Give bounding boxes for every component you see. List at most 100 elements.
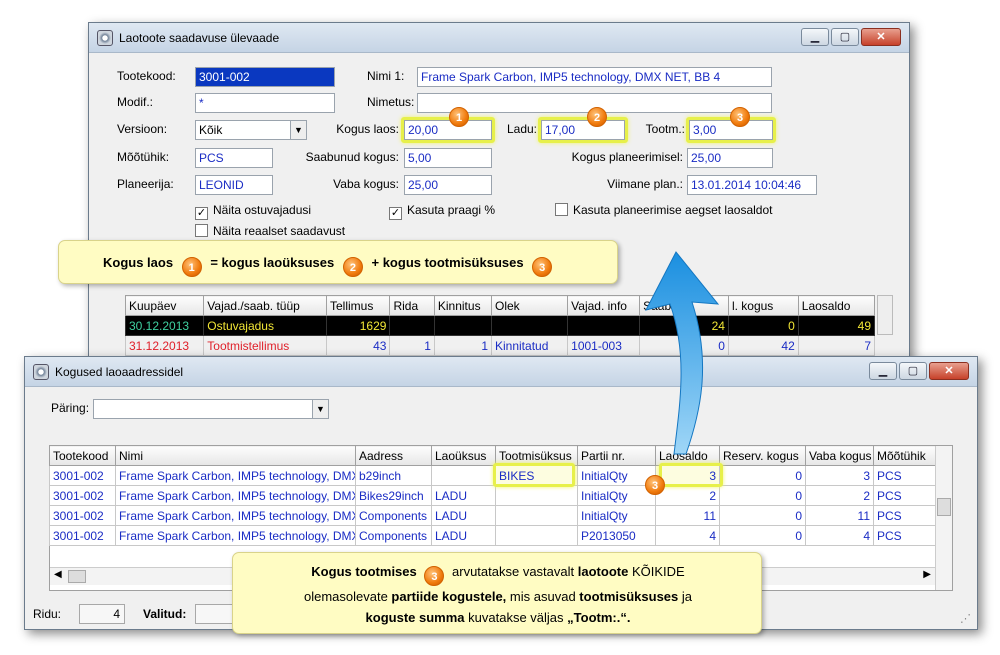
column-header[interactable]: Mõõtühik	[873, 445, 936, 466]
modif-input[interactable]: *	[195, 93, 335, 113]
viimane-input[interactable]: 13.01.2014 10:04:46	[687, 175, 817, 195]
column-header[interactable]: Laosaldo	[797, 295, 876, 316]
table-cell	[389, 315, 435, 336]
table-row[interactable]: 3001-002 Frame Spark Carbon, IMP5 technol…	[49, 485, 936, 506]
table-cell: 11	[805, 505, 874, 526]
table-cell: 3	[805, 465, 874, 486]
check-icon: ✓	[389, 207, 402, 220]
laosaldot-checkbox[interactable]: Kasuta planeerimise aegset laosaldot	[555, 203, 772, 217]
callout-term: „Tootm:.“.	[567, 610, 631, 625]
mootuhik-input[interactable]: PCS	[195, 148, 273, 168]
vertical-scrollbar[interactable]	[935, 446, 952, 590]
saabunud-label: Saabunud kogus:	[305, 150, 399, 164]
table-cell: InitialQty	[577, 465, 656, 486]
table-cell: 0	[719, 525, 806, 546]
explanation-callout: Kogus tootmises 3 arvutatakse vastavalt …	[232, 552, 762, 634]
table-cell: 31.12.2013	[124, 335, 205, 356]
chevron-down-icon[interactable]: ▼	[290, 121, 306, 139]
planeerimisel-input[interactable]: 25,00	[687, 148, 773, 168]
paring-label: Päring:	[51, 401, 90, 415]
table-cell: LADU	[431, 485, 496, 506]
scrollbar[interactable]	[877, 295, 893, 335]
ostuvajadusi-checkbox[interactable]: ✓ Näita ostuvajadusi	[195, 203, 311, 220]
column-header[interactable]: Vajad. info	[567, 295, 641, 316]
formula-part2: = kogus laoüksuses	[210, 255, 335, 270]
scrollbar-thumb[interactable]	[68, 570, 86, 583]
laosaldot-label: Kasuta planeerimise aegset laosaldot	[573, 203, 773, 217]
versioon-select[interactable]: Kõik ▼	[195, 120, 307, 140]
table-row[interactable]: 3001-002 Frame Spark Carbon, IMP5 technol…	[49, 525, 936, 546]
table-header-row: Tootekood Nimi Aadress Laoüksus Tootmisüksus…	[49, 445, 936, 466]
column-header[interactable]: Olek	[490, 295, 569, 316]
column-header[interactable]: Tootekood	[49, 445, 116, 466]
table-cell: 2	[805, 485, 874, 506]
badge-3: 3	[730, 107, 750, 127]
table-cell: Ostuvajadus	[203, 315, 327, 336]
reaalset-checkbox[interactable]: Näita reaalset saadavust	[195, 224, 345, 238]
callout-term: partiide kogustele,	[391, 589, 507, 604]
column-header[interactable]: Vajad./saab. tüüp	[203, 295, 327, 316]
maximize-button[interactable]: ▢	[899, 362, 927, 380]
table-cell: 3001-002	[49, 525, 116, 546]
table-cell: InitialQty	[577, 485, 656, 506]
praagi-checkbox[interactable]: ✓ Kasuta praagi %	[389, 203, 495, 220]
table-cell: Bikes29inch	[355, 485, 432, 506]
table-cell: 3001-002	[49, 465, 116, 486]
column-header[interactable]: Tellimus	[325, 295, 391, 316]
table-cell	[567, 315, 641, 336]
check-icon: ✓	[195, 207, 208, 220]
column-header[interactable]: Kinnitus	[433, 295, 493, 316]
viimane-label: Viimane plan.:	[607, 177, 683, 191]
callout-text: olemasolevate	[303, 589, 388, 604]
valitud-label: Valitud:	[143, 607, 187, 621]
table-cell: LADU	[431, 525, 496, 546]
minimize-button[interactable]: ▁	[801, 28, 829, 46]
table-cell: 0	[719, 465, 806, 486]
badge-2: 2	[587, 107, 607, 127]
table-row[interactable]: 3001-002 Frame Spark Carbon, IMP5 technol…	[49, 505, 936, 526]
versioon-value: Kõik	[199, 123, 223, 137]
column-header[interactable]: Vaba kogus	[805, 445, 874, 466]
table-cell: 1001-003	[567, 335, 641, 356]
table-cell: b29inch	[355, 465, 432, 486]
scrollbar-thumb[interactable]	[937, 498, 951, 516]
close-button[interactable]: ✕	[861, 28, 901, 46]
modif-label: Modif.:	[117, 95, 154, 109]
vaba-label: Vaba kogus:	[333, 177, 399, 191]
minimize-button[interactable]: ▁	[869, 362, 897, 380]
close-button[interactable]: ✕	[929, 362, 969, 380]
table-cell: 30.12.2013	[124, 315, 205, 336]
formula-text: Kogus laos 1 = kogus laoüksuses 2 + kogu…	[103, 255, 557, 277]
paring-select[interactable]: ▼	[93, 399, 329, 419]
title-bar[interactable]: Laotoote saadavuse ülevaade ▁ ▢ ✕	[89, 23, 909, 53]
highlight-frame	[659, 463, 723, 487]
table-row[interactable]: 30.12.2013 Ostuvajadus 1629 24 0 49	[124, 315, 876, 336]
column-header[interactable]: Rida	[389, 295, 435, 316]
highlight-frame	[401, 117, 495, 143]
scroll-left-icon[interactable]: ◀	[54, 569, 62, 580]
table-row[interactable]: 31.12.2013 Tootmistellimus 43 1 1 Kinnitatud 1…	[124, 335, 876, 356]
table-cell: 1629	[325, 315, 391, 336]
table-cell: Frame Spark Carbon, IMP5 technology, DMX	[115, 465, 356, 486]
resize-grip-icon[interactable]: ⋰	[960, 612, 971, 625]
saabunud-input[interactable]: 5,00	[404, 148, 492, 168]
praagi-label: Kasuta praagi %	[407, 203, 496, 217]
column-header[interactable]: Kuupäev	[124, 295, 205, 316]
table-cell: Frame Spark Carbon, IMP5 technology, DMX	[115, 485, 356, 506]
column-header[interactable]: Aadress	[355, 445, 432, 466]
table-cell	[433, 315, 493, 336]
table-cell: 49	[797, 315, 876, 336]
callout-text: KÕIKIDE	[631, 564, 685, 579]
column-header[interactable]: Laoüksus	[431, 445, 496, 466]
title-bar[interactable]: Kogused laoaadressidel ▁ ▢ ✕	[25, 357, 977, 387]
callout-term: tootmisüksuses	[579, 589, 679, 604]
chevron-down-icon[interactable]: ▼	[312, 400, 328, 418]
tootekood-input[interactable]: 3001-002	[195, 67, 335, 87]
scroll-right-icon[interactable]: ▶	[923, 569, 931, 580]
nimi1-input[interactable]: Frame Spark Carbon, IMP5 technology, DMX…	[417, 67, 772, 87]
maximize-button[interactable]: ▢	[831, 28, 859, 46]
planeerija-input[interactable]: LEONID	[195, 175, 273, 195]
vaba-input[interactable]: 25,00	[404, 175, 492, 195]
column-header[interactable]: Nimi	[115, 445, 356, 466]
ladu-label: Ladu:	[506, 122, 537, 136]
